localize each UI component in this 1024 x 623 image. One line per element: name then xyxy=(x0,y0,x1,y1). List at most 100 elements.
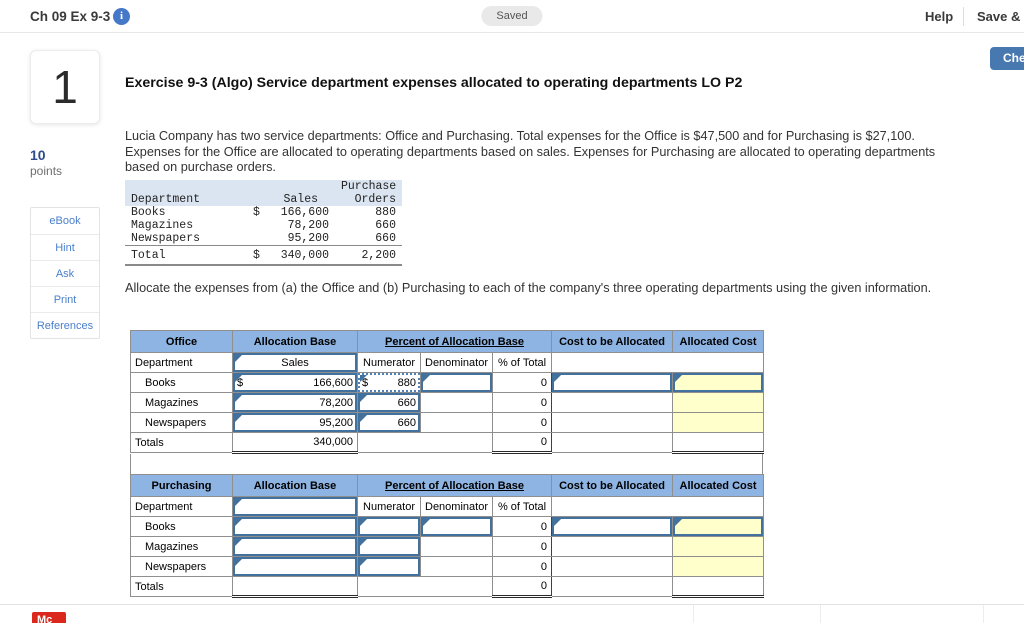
office-percent-header: Percent of Allocation Base xyxy=(356,330,553,353)
cell-marker-icon xyxy=(554,375,562,382)
sidebar-link-print[interactable]: Print xyxy=(31,286,99,312)
purchasing-totals-base-cell xyxy=(232,576,358,598)
cell-marker-icon xyxy=(235,395,242,402)
worksheet-spacer-row xyxy=(130,454,763,474)
purchasing-subheader-row: Department Numerator Denominator % of To… xyxy=(130,496,765,517)
purchasing-books-denominator-cell[interactable] xyxy=(420,516,493,537)
cell-marker-icon xyxy=(554,519,562,526)
saved-status-badge: Saved xyxy=(481,6,543,26)
purchasing-newspapers-pct-cell: 0 xyxy=(491,556,553,577)
purchasing-books-allocated-cell[interactable] xyxy=(672,516,765,537)
cell-marker-icon xyxy=(360,559,367,566)
cell-marker-icon xyxy=(360,539,367,546)
office-totals-pct-cell: 0 xyxy=(491,432,553,454)
given-header-row-2: Department Sales Orders xyxy=(125,193,402,206)
purchasing-magazines-base-cell[interactable] xyxy=(232,536,358,557)
purchasing-magazines-allocated-cell[interactable] xyxy=(672,536,765,557)
office-base-select-cell[interactable]: Sales xyxy=(232,352,358,373)
cell-marker-icon xyxy=(360,395,367,402)
purchasing-books-numerator-cell[interactable] xyxy=(357,516,421,537)
office-newspapers-numerator-cell[interactable]: 660 xyxy=(357,412,421,433)
purchasing-allocation-table: Purchasing Allocation Base Percent of Al… xyxy=(130,474,765,598)
office-books-allocated-cell[interactable] xyxy=(672,372,765,393)
given-header-sales: Sales xyxy=(247,193,335,206)
purchasing-magazines-cost-cell xyxy=(551,536,674,557)
topbar-divider xyxy=(963,7,964,26)
sidebar-link-ebook[interactable]: eBook xyxy=(31,208,99,234)
cell-marker-icon xyxy=(235,559,242,566)
office-row-newspapers: Newspapers 95,200 660 0 xyxy=(130,412,765,433)
save-and-exit-button[interactable]: Save & Exit xyxy=(977,0,1024,33)
purchasing-allocated-header: Allocated Cost xyxy=(672,474,765,497)
given-header-purchase: Purchase xyxy=(335,180,402,193)
given-header-row-1: Purchase xyxy=(125,180,402,193)
sidebar-link-ask[interactable]: Ask xyxy=(31,260,99,286)
given-data-table: Purchase Department Sales Orders Books $… xyxy=(125,180,402,266)
purchasing-percent-header: Percent of Allocation Base xyxy=(356,474,553,497)
office-newspapers-base-cell[interactable]: 95,200 xyxy=(232,412,358,433)
cell-marker-icon xyxy=(235,519,242,526)
exercise-instruction-text: Allocate the expenses from (a) the Offic… xyxy=(125,281,932,295)
office-magazines-denominator-cell xyxy=(420,392,493,413)
office-newspapers-cost-cell xyxy=(551,412,674,433)
purchasing-row-totals: Totals 0 xyxy=(130,576,765,598)
purchasing-books-cost-cell[interactable] xyxy=(551,516,674,537)
help-button[interactable]: Help xyxy=(925,0,953,33)
purchasing-newspapers-numerator-cell[interactable] xyxy=(357,556,421,577)
cell-marker-icon xyxy=(360,415,367,422)
office-magazines-allocated-cell[interactable] xyxy=(672,392,765,413)
points-label: points xyxy=(30,164,63,178)
given-row-books: Books $166,600 880 xyxy=(131,206,396,219)
purchasing-totals-pct-cell: 0 xyxy=(491,576,553,598)
info-icon[interactable]: i xyxy=(113,8,130,25)
cell-marker-icon xyxy=(360,519,367,526)
purchasing-row-newspapers: Newspapers 0 xyxy=(130,556,765,577)
office-books-base-cell[interactable]: $166,600 xyxy=(232,372,358,393)
purchasing-books-pct-cell: 0 xyxy=(491,516,553,537)
office-books-numerator-cell[interactable]: $880 xyxy=(357,372,421,393)
mcgraw-hill-logo: Mc xyxy=(32,612,66,623)
given-row-magazines: Magazines 78,200 660 xyxy=(131,219,396,232)
purchasing-newspapers-allocated-cell[interactable] xyxy=(672,556,765,577)
purchasing-header-row: Purchasing Allocation Base Percent of Al… xyxy=(130,474,765,497)
office-magazines-cost-cell xyxy=(551,392,674,413)
purchasing-subheader-blank xyxy=(551,496,765,517)
given-row-newspapers: Newspapers 95,200 660 xyxy=(125,232,402,246)
footer-divider xyxy=(693,605,694,623)
office-magazines-numerator-cell[interactable]: 660 xyxy=(357,392,421,413)
purchasing-magazines-numerator-cell[interactable] xyxy=(357,536,421,557)
office-totals-allocated-cell xyxy=(672,432,765,454)
office-row-books: Books $166,600 $880 0 xyxy=(130,372,765,393)
purchasing-totals-cost-blank xyxy=(551,576,674,597)
office-books-cost-cell[interactable] xyxy=(551,372,674,393)
purchasing-books-base-cell[interactable] xyxy=(232,516,358,537)
exercise-intro-text: Lucia Company has two service department… xyxy=(125,129,936,175)
assignment-title: Ch 09 Ex 9-3 xyxy=(30,9,111,24)
top-bar: Ch 09 Ex 9-3 i Saved Help Save & Exit xyxy=(0,0,1024,33)
office-newspapers-denominator-cell xyxy=(420,412,493,433)
sidebar-link-hint[interactable]: Hint xyxy=(31,234,99,260)
footer-divider xyxy=(983,605,984,623)
footer-divider xyxy=(820,605,821,623)
office-row-totals: Totals 340,000 0 xyxy=(130,432,765,454)
purchasing-newspapers-base-cell[interactable] xyxy=(232,556,358,577)
question-number-card: 1 xyxy=(30,50,100,124)
purchasing-totals-allocated-cell xyxy=(672,576,765,598)
office-books-pct-cell: 0 xyxy=(491,372,553,393)
office-newspapers-allocated-cell[interactable] xyxy=(672,412,765,433)
page-footer: Mc xyxy=(0,604,1024,623)
cell-marker-icon xyxy=(675,519,683,526)
office-totals-blank xyxy=(357,432,493,453)
purchasing-base-select-cell[interactable] xyxy=(232,496,358,517)
given-header-department: Department xyxy=(125,193,247,206)
office-allocation-base-header: Allocation Base xyxy=(232,330,358,353)
office-magazines-base-cell[interactable]: 78,200 xyxy=(232,392,358,413)
office-totals-cost-blank xyxy=(551,432,674,453)
cell-marker-icon xyxy=(235,499,242,506)
exercise-title: Exercise 9-3 (Algo) Service department e… xyxy=(125,75,743,91)
office-books-denominator-cell[interactable] xyxy=(420,372,493,393)
check-my-work-button[interactable]: Check my work xyxy=(990,47,1024,70)
office-row-magazines: Magazines 78,200 660 0 xyxy=(130,392,765,413)
office-totals-base-cell: 340,000 xyxy=(232,432,358,454)
sidebar-link-references[interactable]: References xyxy=(31,312,99,338)
